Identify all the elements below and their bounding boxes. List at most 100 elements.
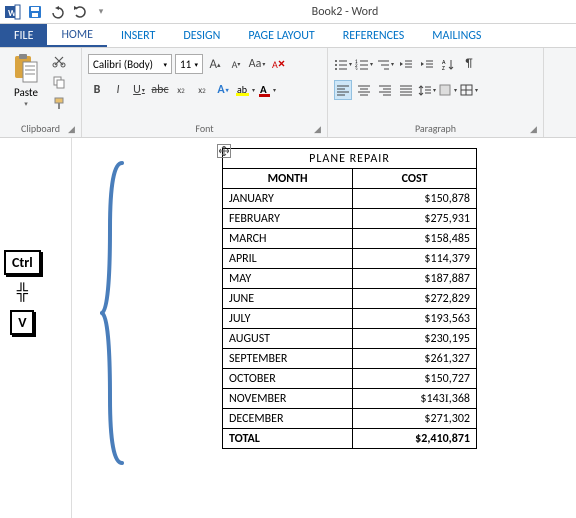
undo-icon[interactable]	[48, 3, 66, 21]
tab-insert[interactable]: INSERT	[107, 24, 169, 47]
month-cell: MARCH	[223, 229, 353, 249]
month-cell: JULY	[223, 309, 353, 329]
tab-page-layout[interactable]: PAGE LAYOUT	[234, 24, 328, 47]
tab-mailings[interactable]: MAILINGS	[418, 24, 495, 47]
table-row[interactable]: SEPTEMBER$261,327	[223, 349, 477, 369]
cost-cell: $114,379	[353, 249, 477, 269]
document-area: PLANE REPAIR MONTH COST JANUARY$150,878F…	[0, 138, 576, 518]
cost-cell: $150,727	[353, 369, 477, 389]
title-bar: W ▾ Book2 - Word	[0, 0, 576, 24]
brace-shape	[100, 158, 130, 468]
line-spacing-icon[interactable]: ▾	[418, 80, 436, 100]
change-case-icon[interactable]: Aa▾	[248, 54, 266, 74]
table-row[interactable]: AUGUST$230,195	[223, 329, 477, 349]
font-launcher-icon[interactable]: ◢	[314, 124, 324, 134]
word-icon[interactable]: W	[4, 3, 22, 21]
redo-icon[interactable]	[70, 3, 88, 21]
keyboard-shortcut-overlay: Ctrl ╬ V	[4, 250, 41, 335]
cost-cell: $150,878	[353, 189, 477, 209]
cost-cell: $271,302	[353, 409, 477, 429]
quick-access-toolbar: W ▾	[0, 3, 114, 21]
month-cell: APRIL	[223, 249, 353, 269]
format-painter-icon[interactable]	[50, 94, 68, 112]
strikethrough-button[interactable]: abc	[151, 80, 169, 100]
svg-text:Z: Z	[442, 64, 445, 70]
numbering-icon[interactable]: 123▾	[355, 54, 373, 74]
grow-font-icon[interactable]: A▴	[206, 54, 224, 74]
cost-cell: $193,563	[353, 309, 477, 329]
table-row[interactable]: NOVEMBER$143I,368	[223, 389, 477, 409]
multilevel-list-icon[interactable]: ▾	[376, 54, 394, 74]
paste-label: Paste	[14, 86, 38, 99]
show-marks-icon[interactable]: ¶	[460, 54, 478, 74]
bullets-icon[interactable]: ▾	[334, 54, 352, 74]
underline-button[interactable]: U▾	[130, 80, 148, 100]
col-header-month: MONTH	[223, 169, 353, 189]
group-font: Calibri (Body)▾ 11▾ A▴ A▾ Aa▾ A B I U▾ a…	[82, 48, 328, 137]
col-header-cost: COST	[353, 169, 477, 189]
table-row[interactable]: JANUARY$150,878	[223, 189, 477, 209]
paste-button[interactable]: Paste ▾	[6, 50, 46, 112]
save-icon[interactable]	[26, 3, 44, 21]
svg-text:A: A	[272, 58, 278, 71]
table-row[interactable]: MARCH$158,485	[223, 229, 477, 249]
month-cell: MAY	[223, 269, 353, 289]
italic-button[interactable]: I	[109, 80, 127, 100]
cut-icon[interactable]	[50, 52, 68, 70]
ribbon: Paste ▾ Clipboard ◢ Calibri (Body)▾ 11▾ …	[0, 48, 576, 138]
tab-file[interactable]: FILE	[0, 24, 47, 47]
table-row[interactable]: APRIL$114,379	[223, 249, 477, 269]
page[interactable]: PLANE REPAIR MONTH COST JANUARY$150,878F…	[72, 138, 576, 518]
table-row[interactable]: MAY$187,887	[223, 269, 477, 289]
month-cell: AUGUST	[223, 329, 353, 349]
table-title: PLANE REPAIR	[223, 149, 477, 169]
align-left-icon[interactable]	[334, 80, 352, 100]
borders-icon[interactable]: ▾	[460, 80, 478, 100]
tab-references[interactable]: REFERENCES	[329, 24, 419, 47]
qat-customize-icon[interactable]: ▾	[92, 3, 110, 21]
font-color-icon[interactable]: A▾	[258, 80, 276, 100]
sort-icon[interactable]: AZ	[439, 54, 457, 74]
text-effects-icon[interactable]: A▾	[214, 80, 232, 100]
clear-formatting-icon[interactable]: A	[269, 54, 287, 74]
table-row[interactable]: OCTOBER$150,727	[223, 369, 477, 389]
table-row[interactable]: FEBRUARY$275,931	[223, 209, 477, 229]
total-label: TOTAL	[223, 429, 353, 449]
table-move-handle-icon[interactable]	[217, 144, 231, 158]
font-size-combo[interactable]: 11▾	[175, 54, 203, 74]
tab-design[interactable]: DESIGN	[169, 24, 234, 47]
key-v: V	[10, 310, 34, 335]
superscript-button[interactable]: x2	[193, 80, 211, 100]
decrease-indent-icon[interactable]	[397, 54, 415, 74]
justify-icon[interactable]	[397, 80, 415, 100]
paragraph-launcher-icon[interactable]: ◢	[530, 124, 540, 134]
plus-icon: ╬	[17, 283, 28, 302]
table-row[interactable]: JUNE$272,829	[223, 289, 477, 309]
tab-home[interactable]: HOME	[47, 24, 107, 47]
shading-icon[interactable]: ▾	[439, 80, 457, 100]
align-center-icon[interactable]	[355, 80, 373, 100]
highlight-icon[interactable]: ab▾	[235, 80, 255, 100]
font-name-combo[interactable]: Calibri (Body)▾	[88, 54, 172, 74]
subscript-button[interactable]: x2	[172, 80, 190, 100]
cost-cell: $158,485	[353, 229, 477, 249]
table-row[interactable]: DECEMBER$271,302	[223, 409, 477, 429]
plane-repair-table[interactable]: PLANE REPAIR MONTH COST JANUARY$150,878F…	[222, 148, 477, 449]
window-title: Book2 - Word	[114, 5, 576, 19]
clipboard-launcher-icon[interactable]: ◢	[68, 124, 78, 134]
group-paragraph: ▾ 123▾ ▾ AZ ¶ ▾ ▾ ▾ Paragraph ◢	[328, 48, 544, 137]
shrink-font-icon[interactable]: A▾	[227, 54, 245, 74]
paste-icon	[11, 50, 41, 86]
group-paragraph-label: Paragraph	[328, 122, 543, 135]
month-cell: OCTOBER	[223, 369, 353, 389]
cost-cell: $261,327	[353, 349, 477, 369]
increase-indent-icon[interactable]	[418, 54, 436, 74]
cost-cell: $187,887	[353, 269, 477, 289]
bold-button[interactable]: B	[88, 80, 106, 100]
month-cell: JUNE	[223, 289, 353, 309]
font-name-value: Calibri (Body)	[93, 58, 153, 71]
align-right-icon[interactable]	[376, 80, 394, 100]
cost-cell: $272,829	[353, 289, 477, 309]
table-row[interactable]: JULY$193,563	[223, 309, 477, 329]
copy-icon[interactable]	[50, 73, 68, 91]
